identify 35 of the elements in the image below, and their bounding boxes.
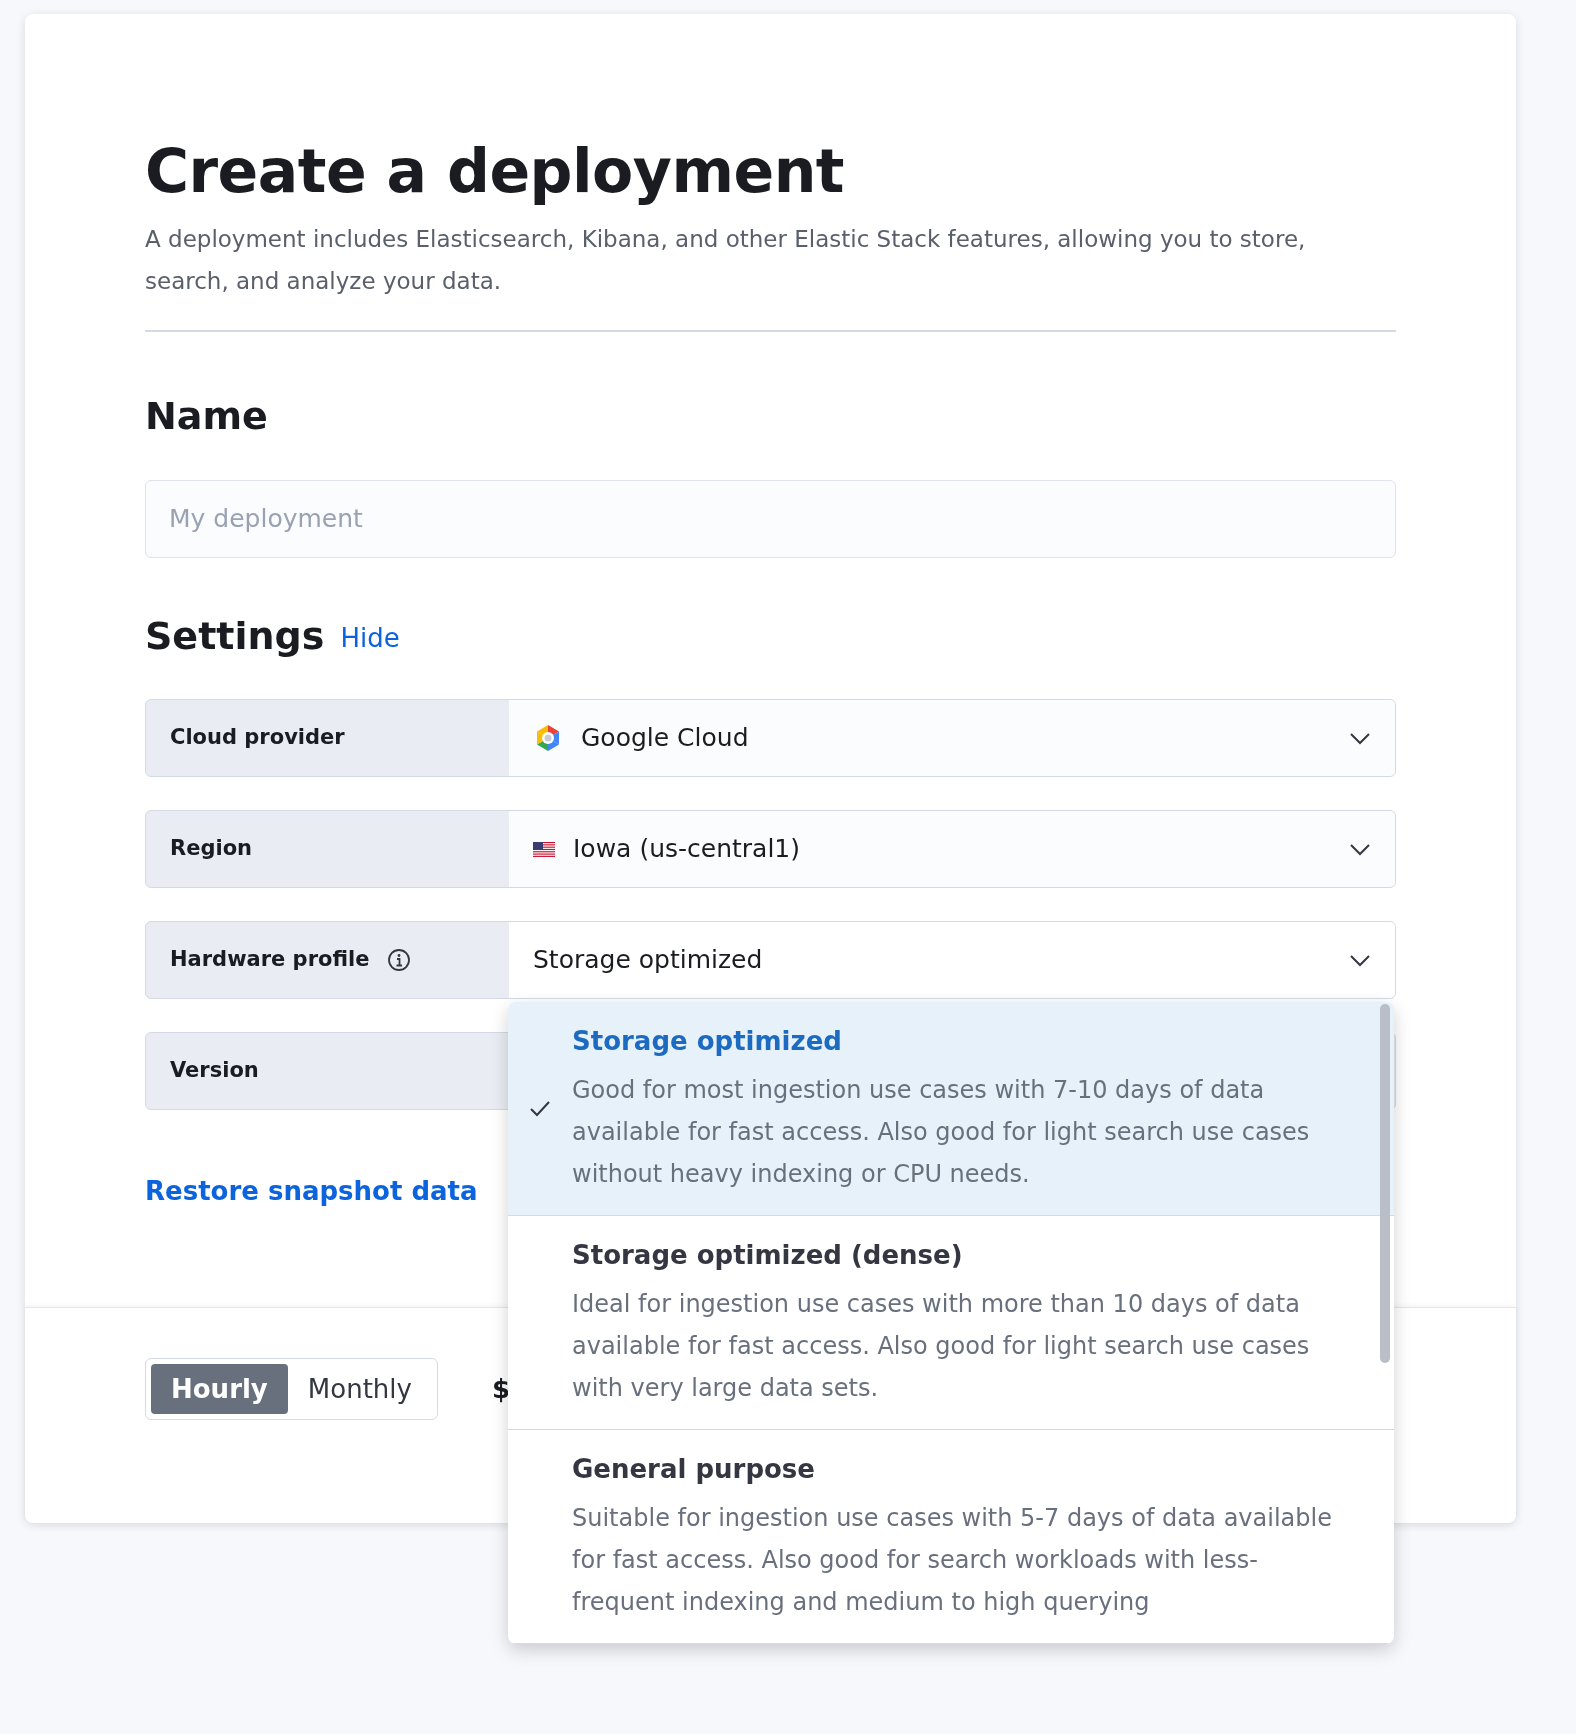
option-description: Good for most ingestion use cases with 7-10 days of data available for fast access. Also good for light search use cases without heavy indexing or CPU needs. xyxy=(572,1075,1311,1191)
field-label: Hardware profile xyxy=(170,946,370,974)
check-icon xyxy=(529,1100,551,1118)
select-field[interactable]: Cloud provider Google Cloud xyxy=(145,699,1396,778)
name-input-field[interactable]: My deployment xyxy=(145,479,1396,558)
chevron-down-icon xyxy=(1349,953,1371,968)
hide-link[interactable]: Hide xyxy=(340,618,400,658)
field-label: Region xyxy=(170,835,253,863)
toggle-button[interactable]: Monthly xyxy=(287,1364,432,1414)
select-field[interactable]: Region Iowa (us-central1) xyxy=(145,810,1396,889)
field-label: Cloud provider xyxy=(170,724,345,752)
page-title: Create a deployment xyxy=(145,138,846,204)
scrollbar-thumb[interactable] xyxy=(1380,1004,1390,1364)
info-icon xyxy=(387,948,412,973)
section-heading: Name xyxy=(145,394,269,440)
field-label: Version xyxy=(170,1057,259,1085)
toggle-button[interactable]: Hourly xyxy=(151,1364,288,1414)
select-field[interactable]: Hardware profile Storage optimized xyxy=(145,921,1396,1000)
price-text: $ xyxy=(491,1373,511,1406)
option-title: Storage optimized xyxy=(572,1025,843,1059)
flag-icon xyxy=(533,841,555,857)
option-description: Ideal for ingestion use cases with more than 10 days of data available for fast access. Also good for light search use cases with very large data sets. xyxy=(572,1289,1311,1405)
option-description: Suitable for ingestion use cases with 5-7 days of data available for fast access. Also good for search workloads with less-frequent indexing and medium to high querying xyxy=(572,1503,1333,1619)
dropdown-option[interactable]: Storage optimized Good for most ingestion use cases with 7-10 days of data available for fast access. Also good for light search use cases without heavy indexing or CPU needs. xyxy=(508,1002,1394,1217)
chevron-down-icon xyxy=(1349,842,1371,857)
option-title: Storage optimized (dense) xyxy=(572,1239,964,1273)
section-heading: Settings xyxy=(145,613,325,660)
page-description: A deployment includes Elasticsearch, Kibana, and other Elastic Stack features, allowing you to store, search, and analyze your data. xyxy=(145,225,1307,296)
option-title: General purpose xyxy=(572,1453,816,1487)
select-value: Google Cloud xyxy=(581,722,750,755)
select-value: Storage optimized xyxy=(533,944,764,977)
chevron-down-icon xyxy=(1349,731,1371,746)
restore-snapshot-link[interactable]: Restore snapshot data xyxy=(145,1176,478,1207)
dropdown-option[interactable]: General purpose Suitable for ingestion use cases with 5-7 days of data available for fast access. Also good for search workloads with less-frequent indexing and medium to high querying xyxy=(508,1430,1394,1645)
select-value: Iowa (us-central1) xyxy=(573,833,801,866)
